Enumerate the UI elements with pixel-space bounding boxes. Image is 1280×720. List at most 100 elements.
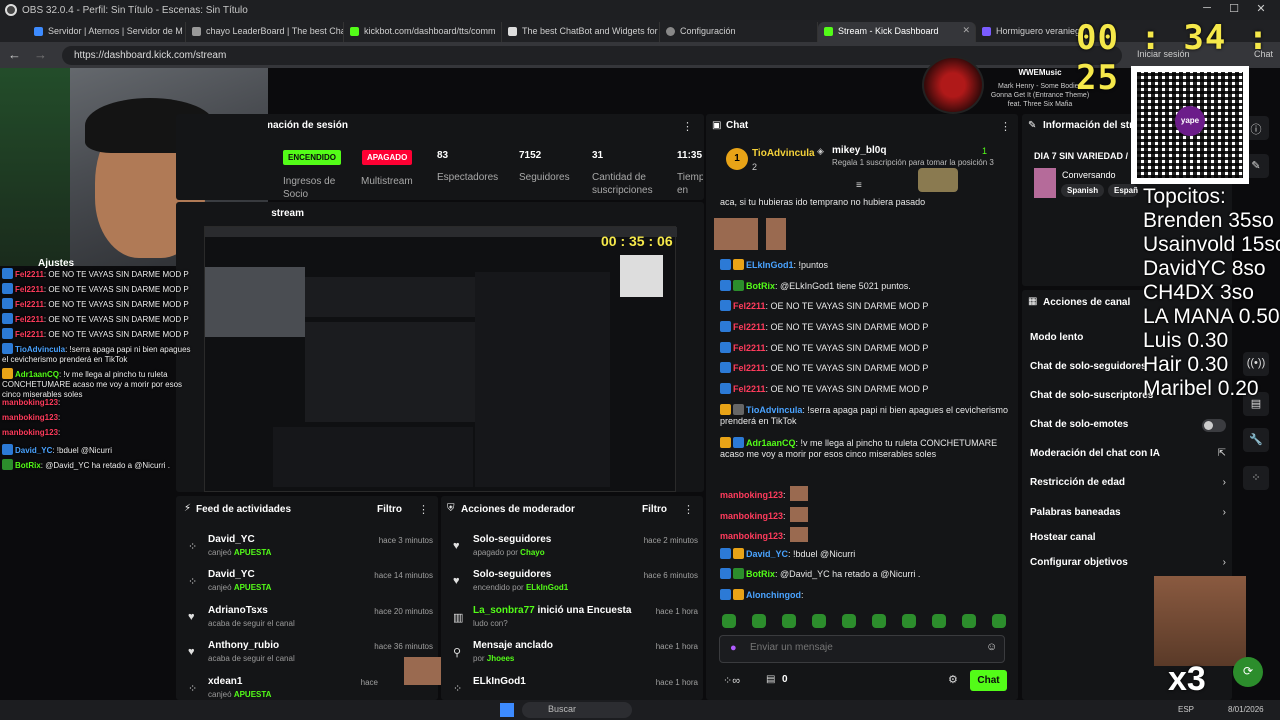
tab-aternos[interactable]: Servidor | Aternos | Servidor de M (28, 22, 186, 42)
tab-label: The best ChatBot and Widgets for (522, 26, 658, 36)
poll-user[interactable]: La_sonbra77 (473, 605, 535, 616)
overlay-chat-line: TioAdvincula: !serra apaga papi ni bien … (2, 343, 198, 365)
chatbot-favicon-icon (508, 27, 517, 36)
tab-kickbot[interactable]: kickbot.com/dashboard/tts/comm (344, 22, 502, 42)
chat-menu-icon[interactable]: ⋮ (1000, 120, 1011, 133)
mod-menu-icon[interactable]: ⋮ (683, 503, 694, 516)
chat-user[interactable]: Alonchingod (746, 590, 801, 600)
chat-user[interactable]: Fel2211 (733, 322, 766, 332)
minimize-icon[interactable]: ─ (1195, 2, 1219, 18)
chat-user[interactable]: Adr1aanCQ (746, 438, 796, 448)
store-icon[interactable]: ▤ (766, 674, 775, 685)
people-icon: ⁘ (453, 683, 463, 695)
multistream-status-badge: APAGADO (362, 150, 413, 165)
chat-user[interactable]: BotRix (746, 281, 775, 291)
chat-user[interactable]: manboking123 (720, 531, 783, 541)
feed-action-text: canjeó (208, 548, 232, 557)
chat-user[interactable]: BotRix (746, 569, 775, 579)
emote-button[interactable] (962, 614, 976, 628)
emote-button[interactable] (842, 614, 856, 628)
chat-user[interactable]: manboking123 (720, 511, 783, 521)
expand-icon[interactable]: ≡ (856, 180, 862, 191)
badge-icon (720, 342, 731, 353)
share-icon[interactable]: ⁘ (1243, 466, 1269, 490)
action-host-channel[interactable]: Hostear canal (1030, 532, 1226, 543)
feed-user[interactable]: xdean1 (208, 676, 242, 687)
chat-input-box[interactable]: ● ☺ (719, 635, 1005, 663)
chat-user[interactable]: Fel2211 (733, 363, 766, 373)
microphone-icon[interactable]: ● (730, 642, 737, 654)
tab-chatbot[interactable]: The best ChatBot and Widgets for (502, 22, 660, 42)
feed-user[interactable]: Anthony_rubio (208, 640, 279, 651)
windows-start-icon[interactable] (500, 703, 514, 717)
url-text: https://dashboard.kick.com/stream (74, 50, 227, 61)
chat-message: TioAdvincula: !serra apaga papi ni bien … (720, 404, 1010, 427)
mod-actions-filter[interactable]: Filtro (642, 504, 667, 515)
emote-button[interactable] (872, 614, 886, 628)
send-chat-button[interactable]: Chat (970, 670, 1007, 691)
obs-title: OBS 32.0.4 - Perfil: Sin Título - Escena… (22, 5, 248, 16)
activity-feed-filter[interactable]: Filtro (377, 504, 402, 515)
chat-user[interactable]: Fel2211 (733, 384, 766, 394)
language-indicator[interactable]: ESP (1178, 705, 1194, 714)
points-icon[interactable]: ⁘∞ (723, 674, 740, 687)
emote-button[interactable] (992, 614, 1006, 628)
tab-label: Configuración (680, 26, 736, 36)
emote-button[interactable] (752, 614, 766, 628)
close-window-icon[interactable]: ✕ (1249, 2, 1273, 18)
feed-user[interactable]: David_YC (208, 569, 255, 580)
action-age-restriction[interactable]: Restricción de edad › (1030, 477, 1226, 488)
chat-settings-icon[interactable]: ⚙ (948, 673, 958, 686)
emotes-only-toggle[interactable] (1202, 419, 1226, 432)
tab-kick-dashboard[interactable]: Stream - Kick Dashboard ✕ (818, 22, 976, 42)
chat-user[interactable]: TioAdvincula (746, 405, 802, 415)
overlay-chat-user: manboking123 (2, 428, 59, 437)
back-arrow-icon[interactable]: ← (8, 47, 21, 62)
feed-menu-icon[interactable]: ⋮ (418, 503, 429, 516)
maximize-icon[interactable]: ☐ (1222, 2, 1246, 18)
wrench-icon[interactable]: 🔧 (1243, 428, 1269, 452)
emote-button[interactable] (902, 614, 916, 628)
taskbar-search[interactable]: Buscar (522, 702, 632, 718)
mod-by[interactable]: ELkInGod1 (526, 583, 568, 592)
combo-green-icon: ⟳ (1233, 657, 1263, 687)
emoji-icon[interactable]: ☺ (986, 641, 997, 653)
pinned-gifter-name[interactable]: mikey_bl0q (832, 145, 886, 156)
action-configure-goals[interactable]: Configurar objetivos › (1030, 557, 1226, 568)
external-link-icon: ⇱ (1217, 448, 1226, 459)
overlay-chat-user: Fel2211 (15, 330, 44, 339)
emote-button[interactable] (812, 614, 826, 628)
chat-title: Chat (726, 120, 749, 131)
top-gifter-name[interactable]: TioAdvincula (752, 148, 815, 159)
mod-by[interactable]: Chayo (520, 548, 544, 557)
tab-configuracion[interactable]: Configuración (660, 22, 818, 42)
feed-user[interactable]: AdrianoTsxs (208, 605, 268, 616)
forward-arrow-icon[interactable]: → (34, 47, 47, 62)
mod-by[interactable]: Jhoees (487, 654, 515, 663)
chat-user[interactable]: David_YC (746, 549, 788, 559)
chat-user[interactable]: Fel2211 (733, 343, 766, 353)
close-tab-icon[interactable]: ✕ (962, 25, 970, 36)
session-menu-icon[interactable]: ⋮ (682, 120, 693, 133)
stream-preview-video[interactable]: 00 : 35 : 06 (204, 226, 677, 492)
chat-user[interactable]: Fel2211 (733, 301, 766, 311)
tab-leaderboard[interactable]: chayo LeaderBoard | The best Cha (186, 22, 344, 42)
feed-user[interactable]: David_YC (208, 534, 255, 545)
tab-hormiguero[interactable]: Hormiguero veranieg (976, 22, 1086, 42)
emote-image (766, 218, 786, 250)
feed-time: hace 3 minutos (378, 536, 433, 545)
pinned-gifter-count: 1 (982, 146, 988, 156)
chat-user[interactable]: manboking123 (720, 490, 783, 500)
feed-time: hace 36 minutos (374, 642, 433, 651)
chat-input[interactable] (750, 642, 970, 653)
action-ai-moderation[interactable]: Moderación del chat con IA ⇱ (1030, 448, 1226, 459)
topcito-entry: Maribel 0.20 (1143, 377, 1259, 400)
emote-button[interactable] (722, 614, 736, 628)
action-emotes-only[interactable]: Chat de solo-emotes (1030, 419, 1226, 432)
emote-button[interactable] (932, 614, 946, 628)
emote-button[interactable] (782, 614, 796, 628)
badge-icon (733, 568, 744, 579)
chat-user[interactable]: ELkInGod1 (746, 260, 794, 270)
action-banned-words[interactable]: Palabras baneadas › (1030, 507, 1226, 518)
heart-icon: ♥ (453, 575, 460, 587)
